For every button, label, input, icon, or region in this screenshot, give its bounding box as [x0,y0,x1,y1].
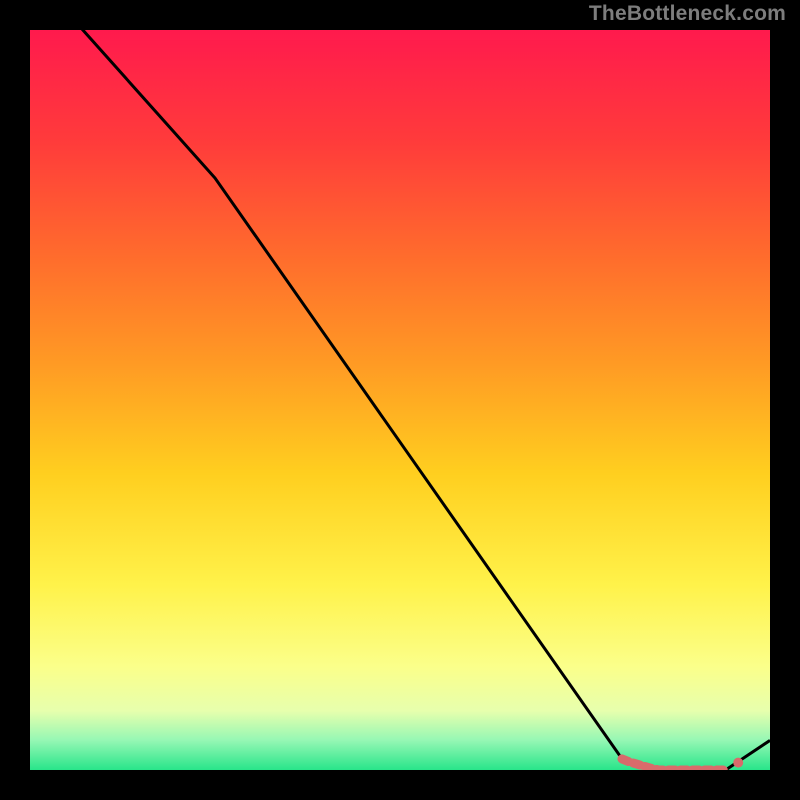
chart-container: TheBottleneck.com [0,0,800,800]
attribution-label: TheBottleneck.com [589,2,786,26]
curve-line [30,30,770,770]
plot-area [30,30,770,770]
curve-series [30,30,770,770]
highlight-markers [622,758,743,770]
highlight-end-dot [733,758,743,768]
series-overlay [30,30,770,770]
highlight-stroke [622,759,726,770]
